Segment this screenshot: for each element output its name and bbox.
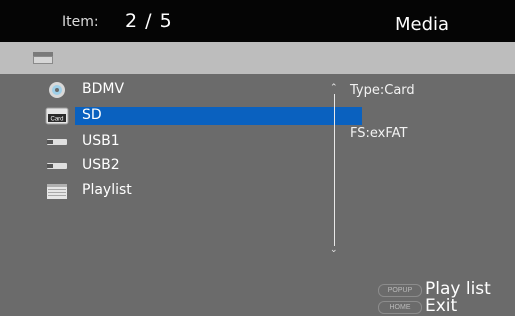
- list-item-label: USB1: [82, 133, 120, 149]
- list-item-label: USB2: [82, 157, 120, 173]
- folder-icon: [33, 52, 53, 64]
- sd-card-icon: Card: [45, 107, 69, 125]
- scroll-up-arrow-icon[interactable]: ⌃: [330, 84, 340, 93]
- playlist-icon: [47, 184, 67, 199]
- usb-icon: [47, 163, 67, 169]
- info-filesystem: FS:exFAT: [350, 126, 408, 141]
- scroll-track: [334, 94, 335, 246]
- scrollbar[interactable]: ⌃ ⌄: [330, 84, 340, 255]
- item-counter: 2 / 5: [125, 10, 173, 32]
- sd-card-badge: Card: [50, 117, 63, 123]
- header-bar: Item: 2 / 5 Media: [0, 0, 515, 42]
- hint-home-label: Exit: [425, 296, 458, 316]
- list-item-usb2[interactable]: USB2: [45, 156, 320, 176]
- list-item-sd[interactable]: Card SD: [45, 106, 362, 126]
- info-type: Type:Card: [350, 83, 415, 98]
- list-item-playlist[interactable]: Playlist: [45, 181, 320, 201]
- home-key-badge: HOME: [378, 301, 422, 314]
- item-label: Item:: [62, 14, 99, 30]
- media-list: BDMV Card SD USB1 USB2 Playlist: [0, 74, 362, 306]
- disc-icon: [49, 82, 65, 98]
- list-item-label: Playlist: [82, 182, 132, 198]
- popup-key-badge: POPUP: [378, 284, 422, 297]
- list-item-usb1[interactable]: USB1: [45, 132, 320, 152]
- list-item-label: BDMV: [82, 81, 125, 97]
- path-bar: [0, 42, 515, 74]
- selection-highlight: [75, 107, 362, 125]
- page-title: Media: [395, 14, 450, 35]
- scroll-down-arrow-icon[interactable]: ⌄: [330, 246, 340, 255]
- list-item-label: SD: [82, 107, 102, 123]
- usb-icon: [47, 139, 67, 145]
- list-item-bdmv[interactable]: BDMV: [45, 80, 320, 100]
